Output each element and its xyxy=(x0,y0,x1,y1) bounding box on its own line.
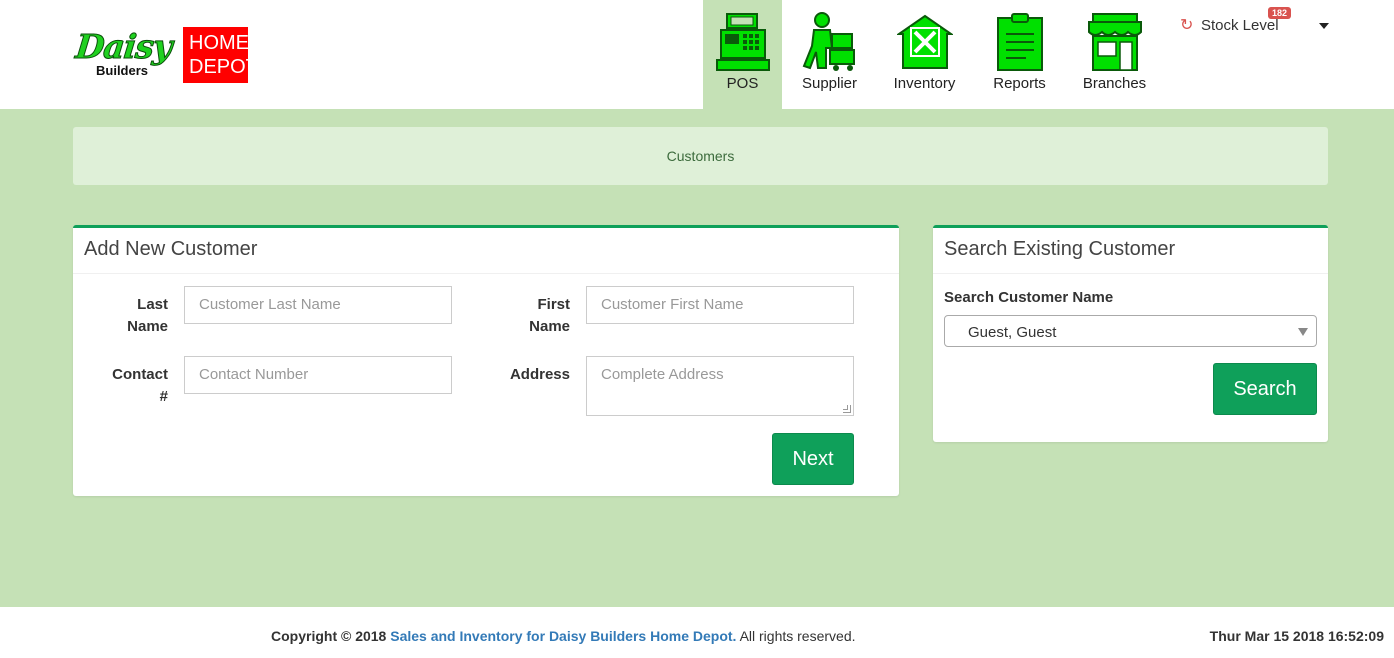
customer-select[interactable]: Guest, Guest xyxy=(944,315,1317,347)
warehouse-icon xyxy=(896,14,953,69)
nav-item-inventory[interactable]: Inventory xyxy=(877,0,972,109)
next-button[interactable]: Next xyxy=(772,433,854,485)
stock-level-label: Stock Level xyxy=(1201,17,1279,34)
search-customer-panel: Search Existing Customer Search Customer… xyxy=(933,225,1328,442)
current-datetime: Thur Mar 15 2018 16:52:09 xyxy=(1209,628,1384,644)
stock-level-dropdown[interactable]: ↻ Stock Level 182 xyxy=(1180,7,1340,39)
search-customer-heading: Search Existing Customer xyxy=(933,228,1328,274)
rights-text: All rights reserved. xyxy=(739,628,856,644)
resize-handle-icon[interactable] xyxy=(843,405,851,413)
storefront-icon xyxy=(1087,13,1142,71)
chevron-down-icon xyxy=(1319,23,1329,29)
search-customer-name-label: Search Customer Name xyxy=(944,289,1114,306)
add-customer-heading: Add New Customer xyxy=(73,228,899,274)
address-label: Address xyxy=(509,366,570,383)
page-title: Customers xyxy=(73,127,1328,185)
last-name-input[interactable]: Customer Last Name xyxy=(184,286,452,324)
first-name-label: First Name xyxy=(529,296,570,335)
logo-builders-text: Builders xyxy=(96,63,149,78)
footer: Copyright © 2018 Sales and Inventory for… xyxy=(0,607,1394,658)
logo-home-depot: HOME DEPOT xyxy=(183,27,258,83)
nav-label-reports: Reports xyxy=(993,75,1046,92)
contact-number-input[interactable]: Contact Number xyxy=(184,356,452,394)
first-name-input[interactable]: Customer First Name xyxy=(586,286,854,324)
stock-level-badge: 182 xyxy=(1268,7,1292,19)
clipboard-icon xyxy=(996,13,1043,71)
customer-select-value: Guest, Guest xyxy=(968,324,1057,341)
add-customer-panel: Add New Customer Last Name Customer Last… xyxy=(73,225,899,496)
nav-item-reports[interactable]: Reports xyxy=(972,0,1067,109)
address-placeholder: Complete Address xyxy=(601,366,724,383)
refresh-icon: ↻ xyxy=(1180,17,1194,34)
address-textarea[interactable]: Complete Address xyxy=(586,356,854,416)
copyright-text: Copyright © 2018 Sales and Inventory for… xyxy=(271,628,856,644)
logo-daisy-text: Daisy xyxy=(73,27,174,67)
copyright-year: Copyright © 2018 xyxy=(271,628,387,644)
nav-item-supplier[interactable]: Supplier xyxy=(782,0,877,109)
nav-label-inventory: Inventory xyxy=(893,75,956,92)
logo-home-line: HOME xyxy=(189,32,249,54)
contact-label: Contact # xyxy=(112,366,168,405)
nav-label-supplier: Supplier xyxy=(801,75,858,92)
main-nav: POS Supplier Inventory Reports Branches xyxy=(703,0,1162,109)
cash-register-icon xyxy=(715,13,770,71)
last-name-label: Last Name xyxy=(127,296,168,335)
nav-label-branches: Branches xyxy=(1082,75,1147,92)
supplier-icon xyxy=(802,12,855,71)
chevron-down-icon xyxy=(1298,328,1308,336)
top-navbar: Daisy Builders HOME DEPOT POS Supplier I… xyxy=(0,0,1394,109)
logo-depot-line: DEPOT xyxy=(189,56,258,78)
nav-label-pos: POS xyxy=(726,75,759,92)
nav-item-pos[interactable]: POS xyxy=(703,0,782,109)
brand-logo[interactable]: Daisy Builders HOME DEPOT xyxy=(73,27,258,85)
footer-link[interactable]: Sales and Inventory for Daisy Builders H… xyxy=(390,628,736,644)
nav-item-branches[interactable]: Branches xyxy=(1067,0,1162,109)
search-button[interactable]: Search xyxy=(1213,363,1317,415)
